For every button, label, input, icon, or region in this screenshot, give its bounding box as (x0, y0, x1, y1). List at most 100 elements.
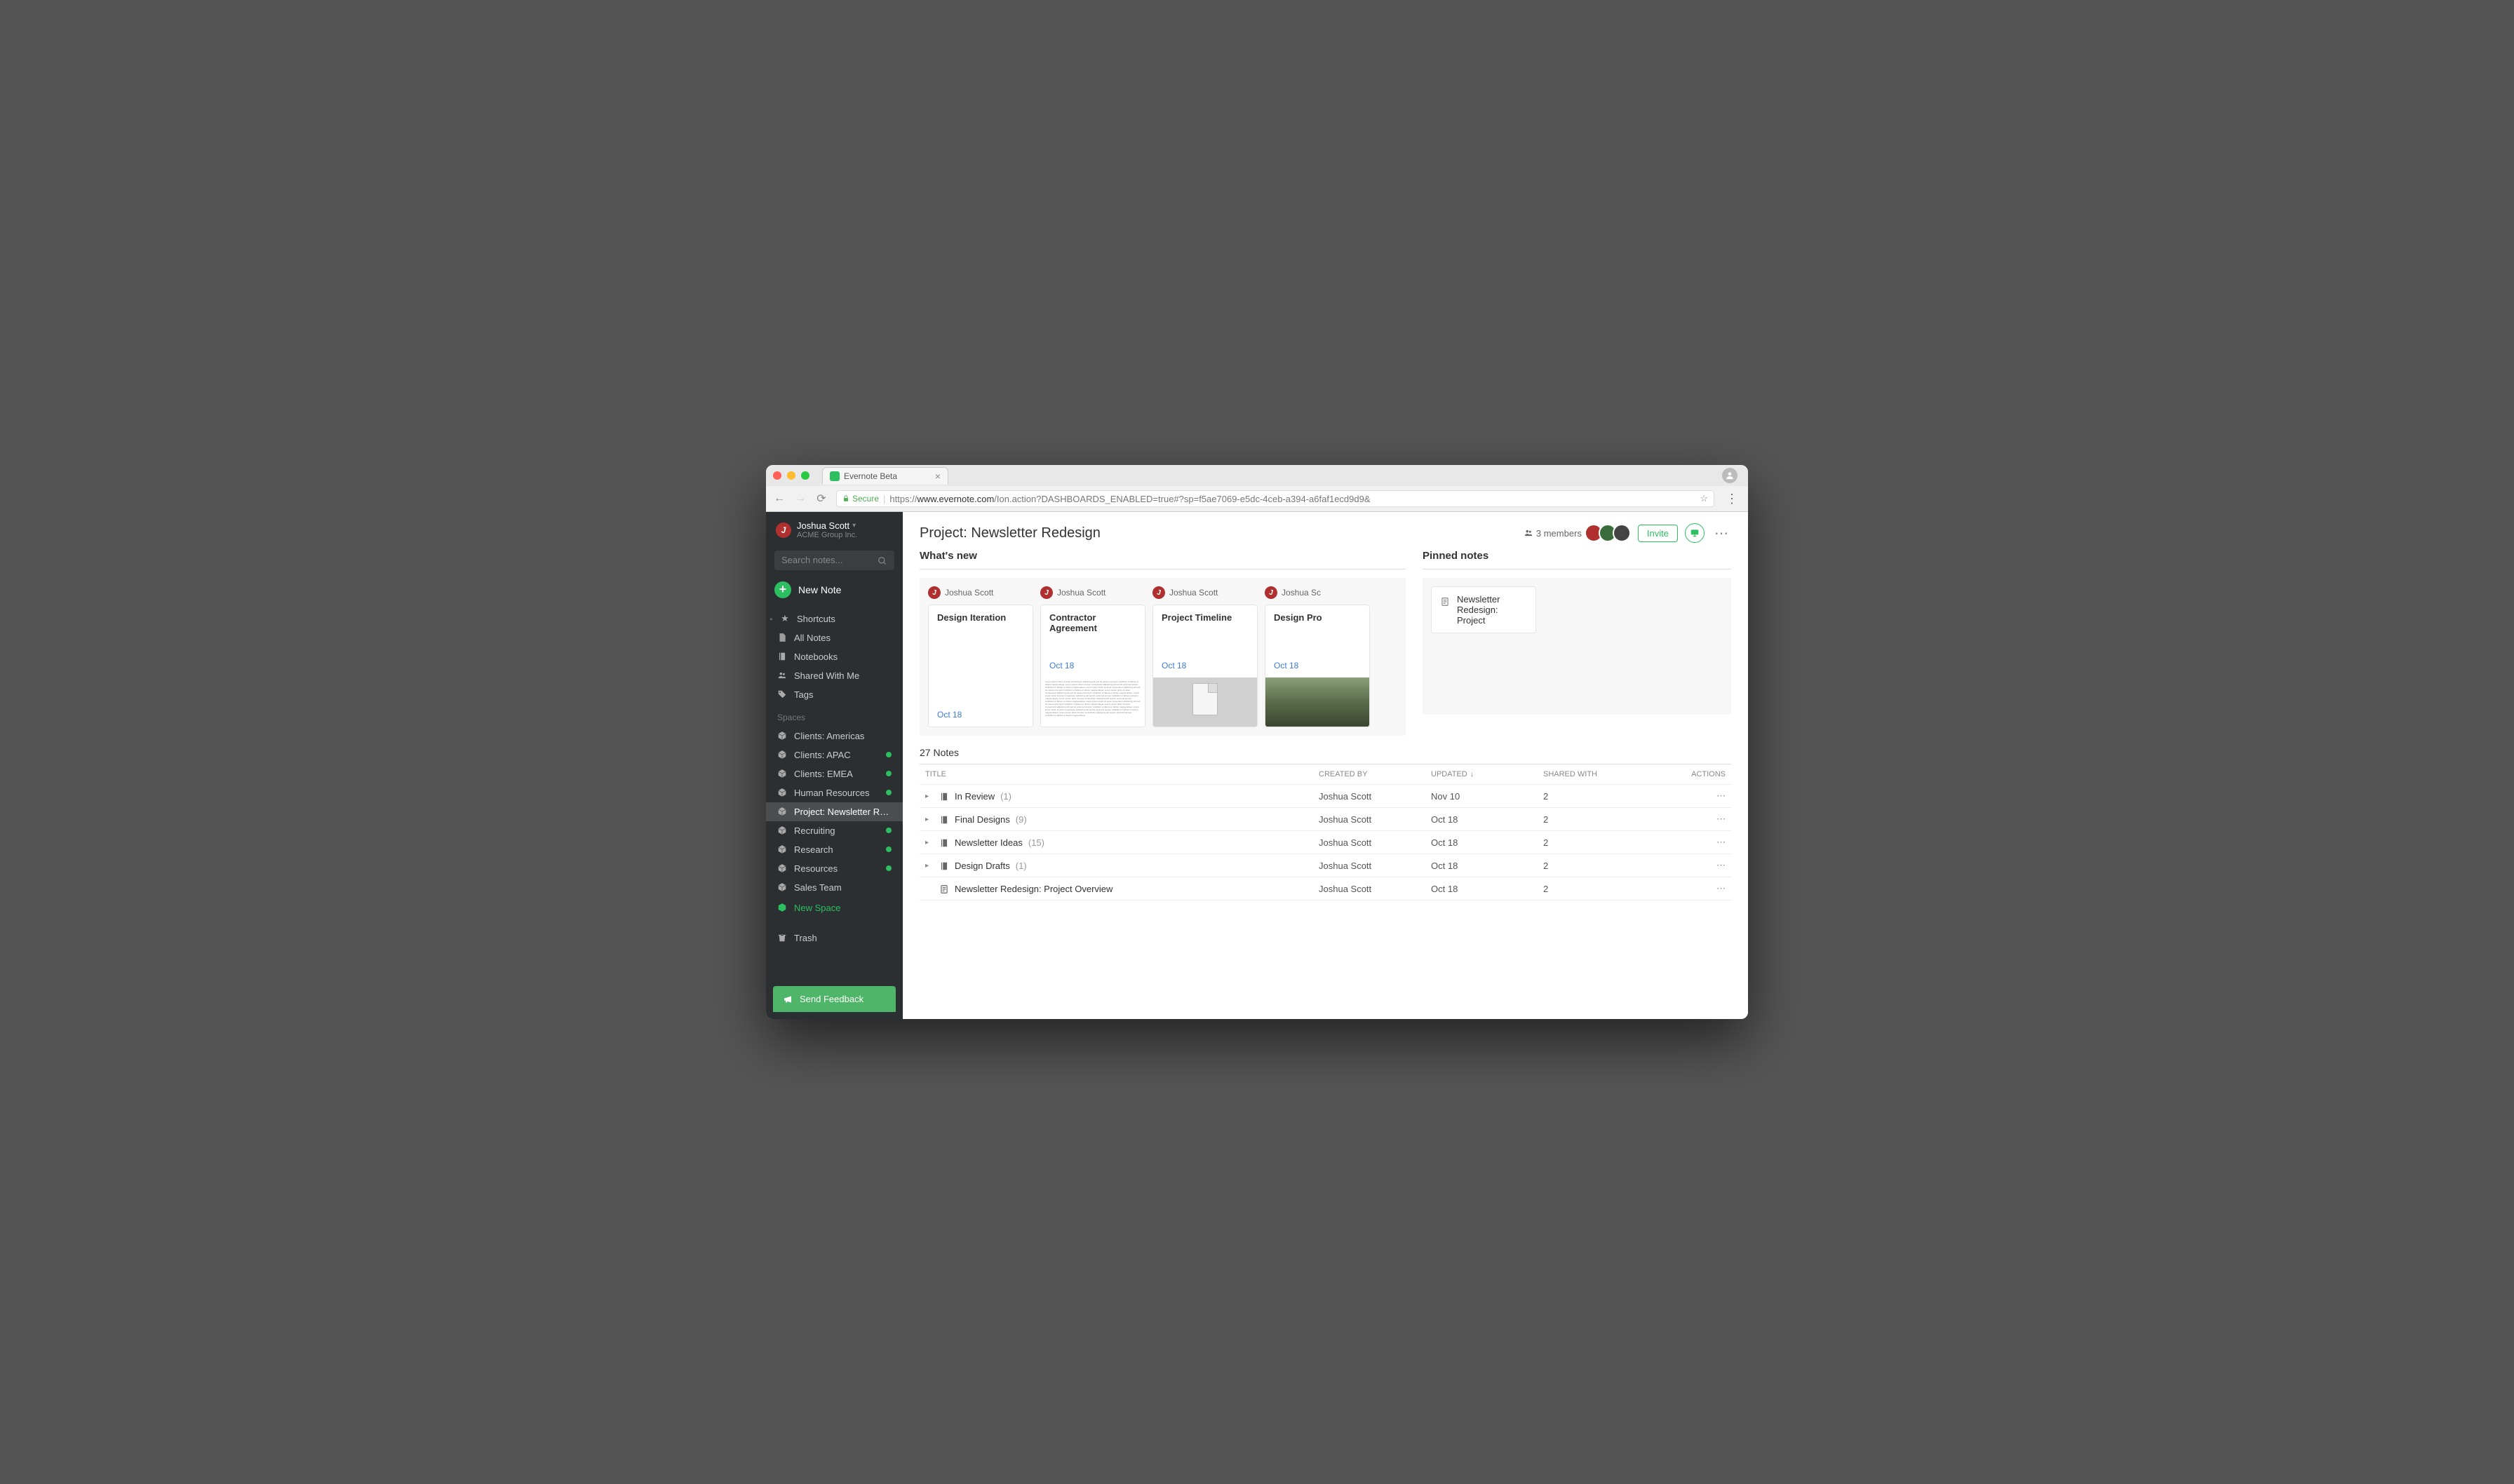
page-title: Project: Newsletter Redesign (920, 525, 1101, 541)
people-icon (777, 670, 787, 680)
address-bar[interactable]: Secure | https://www.evernote.com/Ion.ac… (836, 490, 1714, 507)
document-icon (1440, 595, 1450, 626)
row-created-by: Joshua Scott (1319, 861, 1431, 871)
note-card[interactable]: Design Iteration Oct 18 (928, 605, 1033, 727)
invite-button[interactable]: Invite (1638, 525, 1678, 542)
col-updated-label: Updated (1431, 770, 1467, 778)
sidebar-item-space[interactable]: Clients: APAC (766, 746, 903, 764)
people-icon (1524, 528, 1533, 538)
row-actions-menu[interactable]: ⋯ (1683, 883, 1726, 894)
secure-badge: Secure (842, 494, 879, 504)
sidebar-item-tags[interactable]: Tags (766, 685, 903, 704)
table-header: Title Created By Updated ↓ Shared With A… (920, 764, 1731, 785)
expand-caret-icon[interactable]: ▸ (925, 839, 934, 846)
card-date: Oct 18 (1274, 661, 1361, 670)
row-created-by: Joshua Scott (1319, 791, 1431, 802)
sidebar-item-all-notes[interactable]: All Notes (766, 628, 903, 647)
note-card[interactable]: Project Timeline Oct 18 (1152, 605, 1258, 727)
address-bar-row: ← → ⟳ Secure | https://www.evernote.com/… (766, 486, 1748, 511)
table-row[interactable]: ▸ Newsletter Redesign: Project Overview … (920, 877, 1731, 900)
col-created[interactable]: Created By (1319, 770, 1431, 778)
space-label: Clients: EMEA (794, 769, 853, 779)
cube-icon (777, 844, 787, 854)
row-actions-menu[interactable]: ⋯ (1683, 814, 1726, 825)
space-label: Resources (794, 863, 838, 874)
profile-avatar-icon[interactable] (1722, 468, 1737, 483)
expand-caret-icon[interactable]: ▸ (925, 862, 934, 870)
avatar-stack[interactable] (1589, 524, 1631, 542)
note-card-wrap: J Joshua Scott Design Iteration Oct 18 (928, 586, 1033, 727)
note-card-wrap: J Joshua Sc Design Pro Oct 18 (1265, 586, 1370, 727)
sort-desc-icon: ↓ (1470, 770, 1474, 778)
activity-dot-icon (886, 752, 892, 757)
expand-caret-icon[interactable]: ▸ (925, 792, 934, 800)
close-window-button[interactable] (773, 471, 781, 480)
sidebar-item-space[interactable]: Human Resources (766, 783, 903, 802)
row-shared-with: 2 (1543, 884, 1683, 894)
col-shared[interactable]: Shared With (1543, 770, 1683, 778)
pinned-title: Pinned notes (1423, 550, 1731, 569)
sidebar-item-trash[interactable]: Trash (766, 929, 903, 947)
main-header: Project: Newsletter Redesign 3 members I… (903, 512, 1748, 550)
expand-caret-icon[interactable]: ▸ (925, 816, 934, 823)
table-row[interactable]: ▸ Design Drafts (1) Joshua Scott Oct 18 … (920, 854, 1731, 877)
sidebar-item-shortcuts[interactable]: ▸ ★ Shortcuts (766, 609, 903, 628)
reload-button[interactable]: ⟳ (815, 492, 828, 506)
back-button[interactable]: ← (773, 492, 786, 505)
col-title[interactable]: Title (925, 770, 1319, 778)
members-label: 3 members (1536, 528, 1582, 539)
note-card-wrap: J Joshua Scott Contractor Agreement Oct … (1040, 586, 1145, 727)
sidebar-item-notebooks[interactable]: Notebooks (766, 647, 903, 666)
sidebar-item-shared[interactable]: Shared With Me (766, 666, 903, 685)
photo-thumbnail (1265, 677, 1369, 727)
minimize-window-button[interactable] (787, 471, 795, 480)
more-menu-icon[interactable]: ⋯ (1712, 525, 1731, 542)
user-block[interactable]: J Joshua Scott ▾ ACME Group Inc. (766, 512, 903, 548)
new-note-button[interactable]: + New Note (774, 581, 894, 598)
table-row[interactable]: ▸ Final Designs (9) Joshua Scott Oct 18 … (920, 808, 1731, 831)
tab-bar: Evernote Beta × (766, 465, 1748, 486)
row-actions-menu[interactable]: ⋯ (1683, 860, 1726, 871)
sidebar-item-space[interactable]: Clients: EMEA (766, 764, 903, 783)
col-updated[interactable]: Updated ↓ (1431, 770, 1543, 778)
note-card[interactable]: Design Pro Oct 18 (1265, 605, 1370, 727)
note-icon (777, 633, 787, 642)
secure-label: Secure (852, 494, 879, 504)
row-created-by: Joshua Scott (1319, 814, 1431, 825)
traffic-lights (773, 471, 816, 480)
row-actions-menu[interactable]: ⋯ (1683, 837, 1726, 848)
table-row[interactable]: ▸ Newsletter Ideas (15) Joshua Scott Oct… (920, 831, 1731, 854)
activity-dot-icon (886, 846, 892, 852)
sidebar-item-space[interactable]: Research (766, 840, 903, 859)
cube-icon (777, 863, 787, 873)
search-input[interactable]: Search notes... (774, 551, 894, 570)
note-card[interactable]: Contractor Agreement Oct 18 Lorem ipsum … (1040, 605, 1145, 727)
present-button[interactable] (1685, 523, 1705, 543)
file-icon (1192, 683, 1218, 715)
tab-close-icon[interactable]: × (935, 471, 941, 482)
maximize-window-button[interactable] (801, 471, 809, 480)
members-count[interactable]: 3 members (1524, 528, 1582, 539)
space-label: Research (794, 844, 833, 855)
card-title: Design Iteration (937, 612, 1024, 623)
sidebar-item-space[interactable]: Resources (766, 859, 903, 878)
bookmark-star-icon[interactable]: ☆ (1700, 493, 1708, 504)
main-content: Project: Newsletter Redesign 3 members I… (903, 512, 1748, 1019)
send-feedback-button[interactable]: Send Feedback (773, 986, 896, 1012)
pinned-note-card[interactable]: Newsletter Redesign: Project (1431, 586, 1536, 633)
user-avatar: J (776, 522, 791, 538)
row-actions-menu[interactable]: ⋯ (1683, 790, 1726, 802)
sidebar-item-space[interactable]: Sales Team (766, 878, 903, 897)
sidebar-item-space[interactable]: Recruiting (766, 821, 903, 840)
new-space-button[interactable]: New Space (766, 898, 903, 917)
browser-menu-icon[interactable]: ⋮ (1723, 492, 1741, 506)
table-row[interactable]: ▸ In Review (1) Joshua Scott Nov 10 2 ⋯ (920, 785, 1731, 808)
sidebar-item-space[interactable]: Clients: Americas (766, 727, 903, 746)
sidebar-item-space[interactable]: Project: Newsletter Redes… (766, 802, 903, 821)
nav-label: All Notes (794, 633, 831, 643)
forward-button[interactable]: → (794, 492, 807, 505)
browser-tab[interactable]: Evernote Beta × (822, 467, 948, 485)
row-shared-with: 2 (1543, 791, 1683, 802)
row-count: (9) (1016, 814, 1027, 825)
card-date: Oct 18 (1049, 661, 1136, 670)
